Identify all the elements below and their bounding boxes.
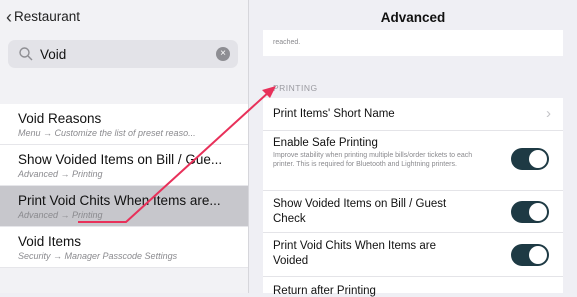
previous-row-fragment: reached. <box>273 39 301 46</box>
print-void-chits-row: Print Void Chits When Items are Voided <box>263 232 563 277</box>
row-label: Print Items' Short Name <box>273 108 395 120</box>
toggle-knob <box>529 203 547 221</box>
result-title: Void Reasons <box>18 111 102 126</box>
result-path: Menu → Customize the list of preset reas… <box>18 128 196 138</box>
clear-search-icon[interactable]: × <box>216 47 230 61</box>
row-description: Improve stability when printing multiple… <box>273 152 473 168</box>
row-label: Enable Safe Printing <box>273 137 378 149</box>
safe-printing-toggle[interactable] <box>511 148 549 170</box>
row-label: Return after Printing <box>273 285 376 297</box>
chevron-right-icon: › <box>546 105 551 122</box>
print-items-short-name-row[interactable]: Print Items' Short Name › <box>263 98 563 131</box>
section-header: PRINTING <box>273 83 318 93</box>
result-title: Show Voided Items on Bill / Gue... <box>18 152 223 167</box>
print-void-chits-toggle[interactable] <box>511 244 549 266</box>
list-item[interactable]: Void Reasons Menu → Customize the list o… <box>0 104 248 145</box>
chevron-left-icon: ‹ <box>6 6 12 27</box>
list-item[interactable]: Void Items Security → Manager Passcode S… <box>0 227 248 268</box>
list-item-selected[interactable]: Print Void Chits When Items are... Advan… <box>0 186 248 227</box>
result-path: Advanced → Printing <box>18 210 103 220</box>
search-input[interactable]: Void <box>40 47 66 62</box>
back-button[interactable]: ‹ Restaurant <box>6 6 81 27</box>
enable-safe-printing-row: Enable Safe Printing Improve stability w… <box>263 130 563 191</box>
result-path: Advanced → Printing <box>18 169 103 179</box>
back-label: Restaurant <box>14 9 81 24</box>
search-icon <box>19 47 33 61</box>
row-label: Print Void Chits When Items are Voided <box>273 240 436 267</box>
result-title: Print Void Chits When Items are... <box>18 193 221 208</box>
search-sidebar: ‹ Restaurant Void × Void Reasons Menu → … <box>0 0 249 293</box>
list-item[interactable]: Show Voided Items on Bill / Gue... Advan… <box>0 145 248 186</box>
show-voided-items-toggle[interactable] <box>511 201 549 223</box>
toggle-knob <box>529 246 547 264</box>
show-voided-items-row: Show Voided Items on Bill / Guest Check <box>263 190 563 233</box>
search-field[interactable]: Void × <box>8 40 238 68</box>
result-title: Void Items <box>18 234 82 249</box>
previous-section-card: reached. <box>263 30 563 56</box>
row-label: Show Voided Items on Bill / Guest Check <box>273 198 447 225</box>
page-title: Advanced <box>380 10 446 25</box>
settings-panel: Advanced reached. PRINTING Print Items' … <box>249 0 577 297</box>
return-after-printing-row[interactable]: Return after Printing <box>263 276 563 297</box>
toggle-knob <box>529 150 547 168</box>
search-results-list: Void Reasons Menu → Customize the list o… <box>0 104 248 268</box>
printing-settings-card: Print Items' Short Name › Enable Safe Pr… <box>263 98 563 297</box>
result-path: Security → Manager Passcode Settings <box>18 251 178 261</box>
